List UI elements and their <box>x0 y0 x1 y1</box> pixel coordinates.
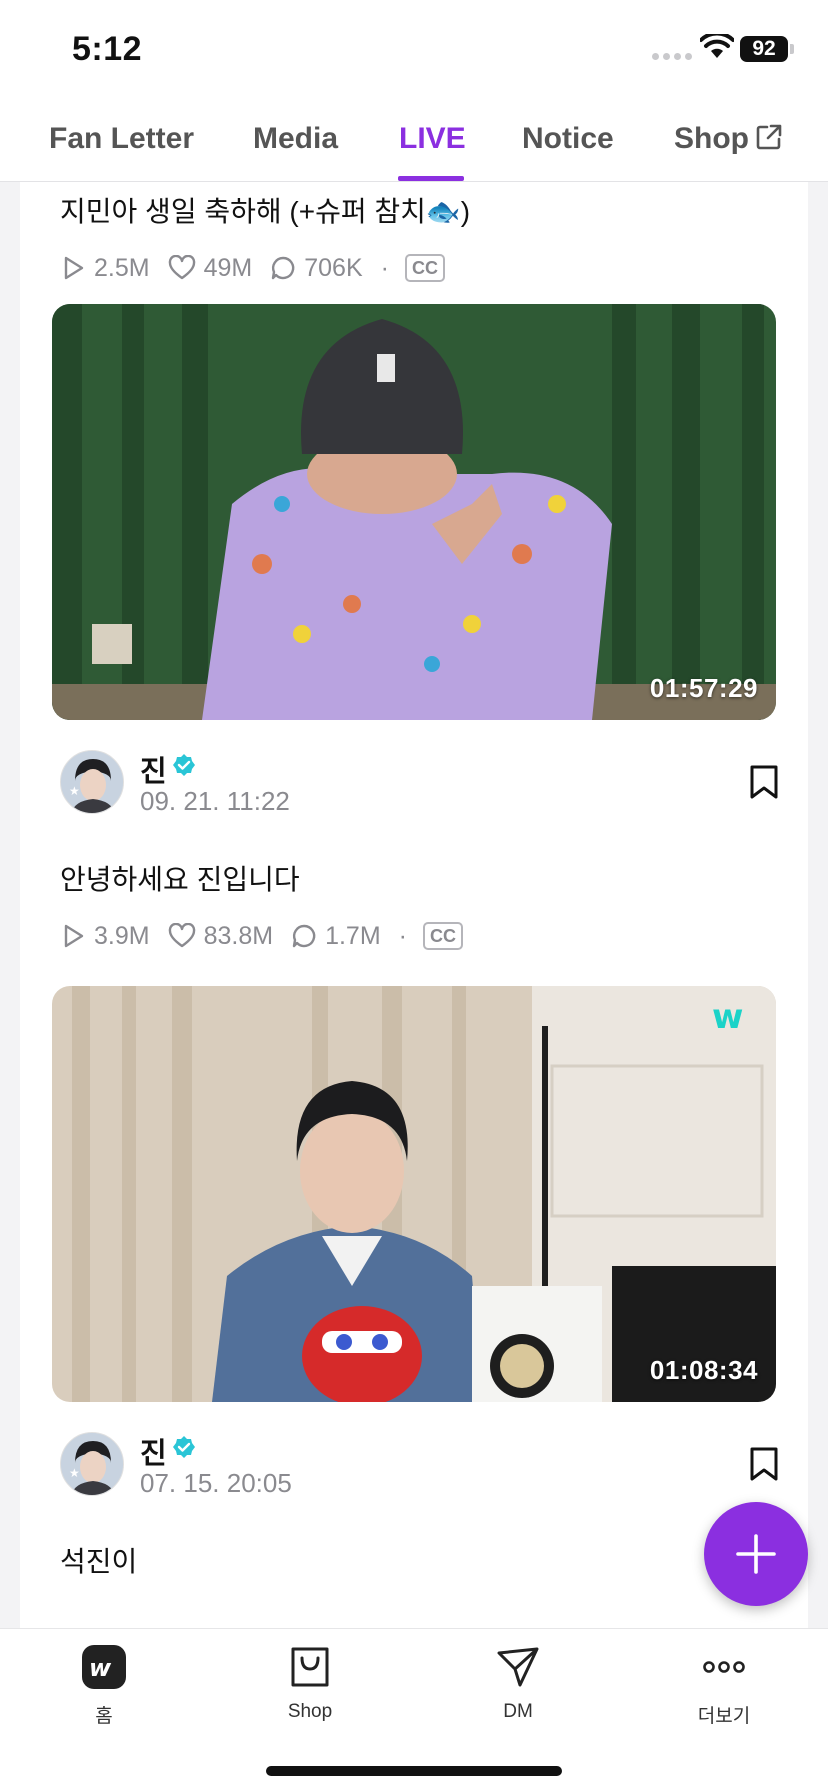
community-tab-bar: Fan Letter Media LIVE Notice Shop <box>0 100 828 182</box>
weverse-home-icon: w <box>82 1645 126 1689</box>
status-bar: 5:12 92 <box>0 0 828 100</box>
svg-text:w: w <box>89 1654 112 1682</box>
heart-icon <box>168 255 195 280</box>
bookmark-icon[interactable] <box>748 764 780 800</box>
active-tab-indicator <box>398 176 464 181</box>
play-count: 3.9M <box>60 922 150 951</box>
svg-text:★: ★ <box>69 1466 80 1480</box>
wifi-icon <box>700 34 734 58</box>
nav-home-label: 홈 <box>95 1706 113 1727</box>
avatar[interactable]: ★ <box>60 750 124 814</box>
nav-shop-label: Shop <box>287 1701 333 1722</box>
video-thumbnail[interactable]: w 01:08:34 <box>52 986 776 1402</box>
tab-fan-letter[interactable]: Fan Letter <box>49 122 194 156</box>
play-icon <box>64 256 84 280</box>
like-count: 49M <box>168 253 253 283</box>
paper-plane-icon <box>497 1647 539 1687</box>
battery-tip <box>790 44 794 54</box>
author-name[interactable]: 진 <box>140 748 167 790</box>
video-duration: 01:08:34 <box>649 1355 758 1385</box>
avatar-image: ★ <box>61 751 123 813</box>
separator-dot: · <box>380 253 389 282</box>
verified-badge-icon <box>173 1436 195 1458</box>
tab-live[interactable]: LIVE <box>399 122 466 156</box>
avatar[interactable]: ★ <box>60 1432 124 1496</box>
post-date: 07. 15. 20:05 <box>140 1468 292 1498</box>
post-date: 09. 21. 11:22 <box>140 786 290 816</box>
comment-count: 706K <box>270 253 363 283</box>
nav-dm-label: DM <box>503 1701 533 1722</box>
post-author-row: ★ 진 07. 15. 20:05 <box>60 1432 780 1502</box>
tab-shop[interactable]: Shop <box>674 122 783 156</box>
post-title[interactable]: 석진이 <box>60 1540 137 1580</box>
nav-more-label: 더보기 <box>697 1706 751 1727</box>
video-thumbnail[interactable]: 01:57:29 <box>52 304 776 720</box>
battery-level: 92 <box>740 36 788 62</box>
post-author-row: ★ 진 09. 21. 11:22 <box>60 750 780 820</box>
comment-count: 1.7M <box>291 922 381 951</box>
separator-dot: · <box>398 921 407 950</box>
plus-icon <box>736 1534 776 1574</box>
like-count-value: 83.8M <box>203 921 274 950</box>
thumbnail-image <box>52 304 776 720</box>
play-icon <box>64 924 84 948</box>
bookmark-icon[interactable] <box>748 1446 780 1482</box>
tab-shop-label: Shop <box>674 122 749 155</box>
verified-badge-icon <box>173 754 195 776</box>
video-duration: 01:57:29 <box>649 673 758 703</box>
app-screen: 5:12 92 Fan Letter Media LIVE Notice Sho… <box>0 0 828 1792</box>
play-count-value: 2.5M <box>94 253 150 282</box>
post-title[interactable]: 지민아 생일 축하해 (+슈퍼 참치🐟) <box>60 190 470 230</box>
svg-text:★: ★ <box>69 784 80 798</box>
comment-count-value: 706K <box>304 253 363 282</box>
thumbnail-image: w <box>52 986 776 1402</box>
more-dots-icon <box>703 1661 745 1673</box>
svg-text:w: w <box>712 997 743 1037</box>
author-name[interactable]: 진 <box>140 1430 167 1472</box>
post-title[interactable]: 안녕하세요 진입니다 <box>60 858 300 898</box>
comment-count-value: 1.7M <box>325 921 381 950</box>
tab-notice[interactable]: Notice <box>522 122 614 156</box>
like-count-value: 49M <box>203 253 253 282</box>
play-count-value: 3.9M <box>94 921 150 950</box>
live-feed[interactable]: 지민아 생일 축하해 (+슈퍼 참치🐟) 2.5M 49M 706K · CC <box>20 182 808 1628</box>
comment-icon <box>292 924 316 948</box>
comment-icon <box>272 256 295 280</box>
status-time: 5:12 <box>72 30 143 68</box>
tab-media[interactable]: Media <box>253 122 338 156</box>
heart-icon <box>168 923 195 948</box>
shopping-bag-icon <box>291 1647 329 1687</box>
external-link-icon <box>756 124 782 150</box>
like-count: 83.8M <box>168 922 273 951</box>
post-stats: 2.5M 49M 706K · CC <box>60 250 445 286</box>
post-stats: 3.9M 83.8M 1.7M · CC <box>60 918 463 954</box>
closed-caption-badge: CC <box>423 922 463 950</box>
closed-caption-badge: CC <box>404 254 445 282</box>
play-count: 2.5M <box>60 254 150 283</box>
create-post-button[interactable] <box>704 1502 808 1606</box>
avatar-image: ★ <box>61 1433 123 1495</box>
cellular-signal-icon <box>652 53 692 60</box>
home-indicator[interactable] <box>266 1766 562 1776</box>
